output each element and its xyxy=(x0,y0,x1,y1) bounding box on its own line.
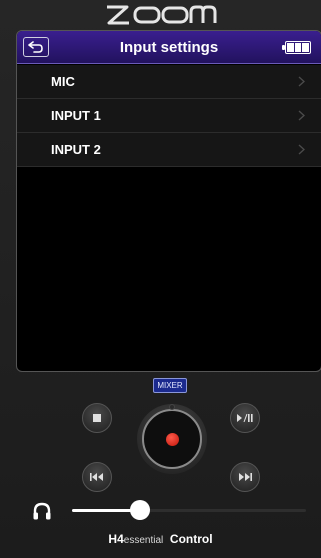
stop-button[interactable] xyxy=(82,403,112,433)
play-pause-button[interactable] xyxy=(230,403,260,433)
app-root: Input settings MIC INPUT 1 INPUT 2 MIXER xyxy=(0,0,321,558)
fast-forward-icon xyxy=(239,473,252,481)
volume-slider-thumb[interactable] xyxy=(129,500,150,520)
title-bar: Input settings xyxy=(17,31,321,64)
rewind-button[interactable] xyxy=(82,462,112,492)
menu-item-label: INPUT 1 xyxy=(51,108,101,123)
menu-item-mic[interactable]: MIC xyxy=(17,65,321,99)
menu-item-label: MIC xyxy=(51,74,75,89)
chevron-right-icon xyxy=(298,144,305,155)
app-name: Control xyxy=(169,532,213,546)
mixer-button[interactable]: MIXER xyxy=(153,378,187,393)
page-title: Input settings xyxy=(119,38,219,56)
device-screen: Input settings MIC INPUT 1 INPUT 2 xyxy=(16,30,321,372)
back-arrow-icon xyxy=(28,41,43,53)
stop-icon xyxy=(93,414,101,422)
menu-item-label: INPUT 2 xyxy=(51,142,101,157)
battery-icon xyxy=(282,41,311,54)
record-icon xyxy=(165,432,179,446)
rewind-icon xyxy=(90,473,103,481)
record-button[interactable] xyxy=(137,404,207,474)
zoom-logo xyxy=(0,4,321,28)
record-indicator-light xyxy=(169,404,175,410)
volume-slider[interactable] xyxy=(72,500,306,520)
model-suffix: essential xyxy=(123,535,164,546)
zoom-logo-graphic xyxy=(106,5,216,25)
fast-forward-button[interactable] xyxy=(230,462,260,492)
model-name: H4 xyxy=(108,532,124,546)
input-menu: MIC INPUT 1 INPUT 2 xyxy=(17,65,321,167)
chevron-right-icon xyxy=(298,110,305,121)
menu-item-input-2[interactable]: INPUT 2 xyxy=(17,133,321,167)
footer-title: H4essential Control xyxy=(0,532,321,546)
record-ring xyxy=(142,409,202,469)
headphones-icon xyxy=(32,501,52,526)
menu-item-input-1[interactable]: INPUT 1 xyxy=(17,99,321,133)
chevron-right-icon xyxy=(298,76,305,87)
back-button[interactable] xyxy=(23,37,49,57)
play-pause-icon xyxy=(237,414,253,422)
